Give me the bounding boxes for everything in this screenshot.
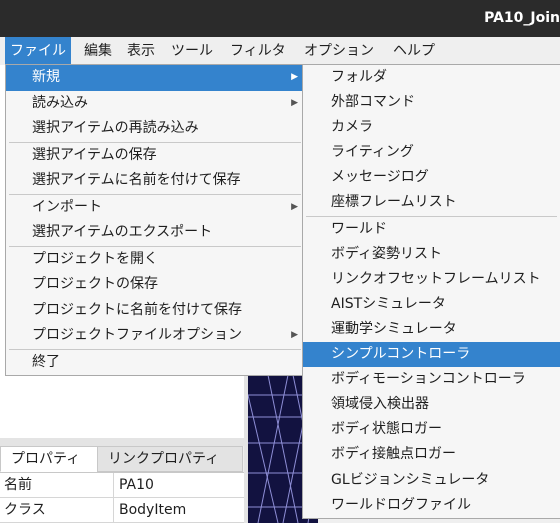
horizontal-splitter[interactable] bbox=[0, 438, 244, 446]
menu-item-new[interactable]: 新規 ▶ bbox=[6, 65, 304, 91]
submenu-arrow-icon: ▶ bbox=[291, 97, 298, 108]
submenu-item-body-pose-list[interactable]: ボディ姿勢リスト bbox=[303, 242, 560, 267]
menu-filter[interactable]: フィルタ bbox=[225, 37, 291, 65]
menu-item-label: プロジェクトファイルオプション bbox=[32, 327, 242, 343]
menu-item-label: ワールドログファイル bbox=[331, 496, 471, 513]
menu-file[interactable]: ファイル bbox=[5, 37, 71, 65]
property-tabs: プロパティ リンクプロパティ bbox=[0, 446, 244, 472]
submenu-arrow-icon: ▶ bbox=[291, 72, 298, 82]
submenu-arrow-icon: ▶ bbox=[291, 330, 298, 340]
submenu-item-world-log-file[interactable]: ワールドログファイル bbox=[303, 493, 560, 518]
submenu-item-message-log[interactable]: メッセージログ bbox=[303, 165, 560, 190]
menu-options[interactable]: オプション bbox=[299, 37, 379, 65]
menu-item-label: プロジェクトの保存 bbox=[32, 276, 158, 292]
menu-help[interactable]: ヘルプ bbox=[388, 37, 440, 65]
table-row[interactable]: クラス BodyItem bbox=[0, 498, 244, 523]
submenu-item-simple-controller[interactable]: シンプルコントローラ bbox=[303, 342, 560, 368]
submenu-item-folder[interactable]: フォルダ bbox=[303, 65, 560, 90]
submenu-item-aist-simulator[interactable]: AISTシミュレータ bbox=[303, 292, 560, 317]
menu-item-load[interactable]: 読み込み ▶ bbox=[6, 91, 304, 117]
menu-item-label: 選択アイテムのエクスポート bbox=[32, 224, 213, 240]
menu-view[interactable]: 表示 bbox=[122, 37, 160, 65]
new-submenu: フォルダ 外部コマンド カメラ ライティング メッセージログ 座標フレームリスト… bbox=[302, 64, 560, 519]
submenu-item-gl-vision-simulator[interactable]: GLビジョンシミュレータ bbox=[303, 468, 560, 493]
menu-item-label: ライティング bbox=[331, 144, 414, 161]
submenu-item-body-state-logger[interactable]: ボディ状態ロガー bbox=[303, 417, 560, 442]
submenu-item-body-motion-controller[interactable]: ボディモーションコントローラ bbox=[303, 367, 560, 392]
property-table: 名前 PA10 クラス BodyItem bbox=[0, 472, 244, 523]
menu-item-save-selected[interactable]: 選択アイテムの保存 bbox=[6, 143, 304, 169]
menu-item-label: 選択アイテムの再読み込み bbox=[32, 120, 199, 136]
menu-item-save-project-as[interactable]: プロジェクトに名前を付けて保存 bbox=[6, 298, 304, 324]
submenu-arrow-icon: ▶ bbox=[291, 201, 298, 212]
submenu-item-kinematics-simulator[interactable]: 運動学シミュレータ bbox=[303, 317, 560, 342]
menu-item-label: 読み込み bbox=[32, 94, 88, 111]
menu-item-label: ボディ姿勢リスト bbox=[331, 245, 443, 262]
menu-item-label: GLビジョンシミュレータ bbox=[331, 471, 490, 488]
window-title: PA10_Join bbox=[484, 10, 560, 26]
menu-item-label: フォルダ bbox=[331, 69, 387, 85]
menu-item-reload-selected[interactable]: 選択アイテムの再読み込み bbox=[6, 116, 304, 142]
submenu-item-coordinate-frame-list[interactable]: 座標フレームリスト bbox=[303, 190, 560, 215]
menu-item-open-project[interactable]: プロジェクトを開く bbox=[6, 247, 304, 273]
menu-edit[interactable]: 編集 bbox=[79, 37, 117, 65]
menu-item-project-file-options[interactable]: プロジェクトファイルオプション ▶ bbox=[6, 323, 304, 349]
menu-item-save-selected-as[interactable]: 選択アイテムに名前を付けて保存 bbox=[6, 168, 304, 194]
menu-item-label: 領域侵入検出器 bbox=[331, 396, 429, 413]
menu-item-import[interactable]: インポート ▶ bbox=[6, 195, 304, 221]
menu-item-label: リンクオフセットフレームリスト bbox=[331, 270, 541, 287]
menu-item-label: AISTシミュレータ bbox=[331, 295, 446, 312]
tab-properties[interactable]: プロパティ bbox=[0, 446, 98, 472]
menu-item-label: シンプルコントローラ bbox=[331, 346, 471, 363]
submenu-item-camera[interactable]: カメラ bbox=[303, 115, 560, 140]
menu-item-label: 外部コマンド bbox=[331, 94, 415, 111]
menu-bar: ファイル 編集 表示 ツール フィルタ オプション ヘルプ bbox=[0, 37, 560, 65]
menu-item-label: ボディ接触点ロガー bbox=[331, 446, 457, 463]
menu-item-label: カメラ bbox=[331, 119, 373, 136]
property-value[interactable]: BodyItem bbox=[115, 498, 244, 522]
menu-item-label: メッセージログ bbox=[331, 169, 429, 186]
menu-item-label: ワールド bbox=[331, 220, 387, 237]
menu-item-label: 選択アイテムの保存 bbox=[32, 146, 157, 163]
table-row[interactable]: 名前 PA10 bbox=[0, 473, 244, 498]
menu-item-label: プロジェクトに名前を付けて保存 bbox=[32, 301, 242, 318]
submenu-item-link-offset-frame-list[interactable]: リンクオフセットフレームリスト bbox=[303, 267, 560, 292]
menu-item-label: 座標フレームリスト bbox=[331, 194, 457, 211]
menu-item-label: インポート bbox=[32, 198, 102, 215]
menu-tools[interactable]: ツール bbox=[166, 37, 218, 65]
menu-item-label: 運動学シミュレータ bbox=[331, 320, 457, 337]
menu-item-label: ボディ状態ロガー bbox=[331, 421, 443, 438]
submenu-item-area-intrusion-detector[interactable]: 領域侵入検出器 bbox=[303, 392, 560, 417]
menu-item-label: プロジェクトを開く bbox=[32, 250, 158, 267]
menu-item-label: 終了 bbox=[32, 353, 60, 370]
tab-link-properties[interactable]: リンクプロパティ bbox=[97, 446, 243, 472]
submenu-item-external-command[interactable]: 外部コマンド bbox=[303, 90, 560, 115]
menu-item-label: ボディモーションコントローラ bbox=[331, 371, 526, 388]
submenu-item-lighting[interactable]: ライティング bbox=[303, 140, 560, 165]
property-value[interactable]: PA10 bbox=[115, 473, 244, 497]
submenu-item-world[interactable]: ワールド bbox=[303, 217, 560, 242]
menu-item-save-project[interactable]: プロジェクトの保存 bbox=[6, 272, 304, 298]
menu-item-label: 選択アイテムに名前を付けて保存 bbox=[32, 172, 241, 188]
property-key: 名前 bbox=[0, 473, 114, 497]
menu-item-quit[interactable]: 終了 bbox=[6, 350, 304, 376]
menu-item-export-selected[interactable]: 選択アイテムのエクスポート bbox=[6, 220, 304, 246]
property-key: クラス bbox=[0, 498, 114, 522]
submenu-item-body-contact-point-logger[interactable]: ボディ接触点ロガー bbox=[303, 442, 560, 467]
file-menu-dropdown: 新規 ▶ 読み込み ▶ 選択アイテムの再読み込み 選択アイテムの保存 選択アイテ… bbox=[5, 64, 305, 376]
title-bar: PA10_Join bbox=[0, 0, 560, 37]
menu-item-label: 新規 bbox=[32, 69, 60, 85]
